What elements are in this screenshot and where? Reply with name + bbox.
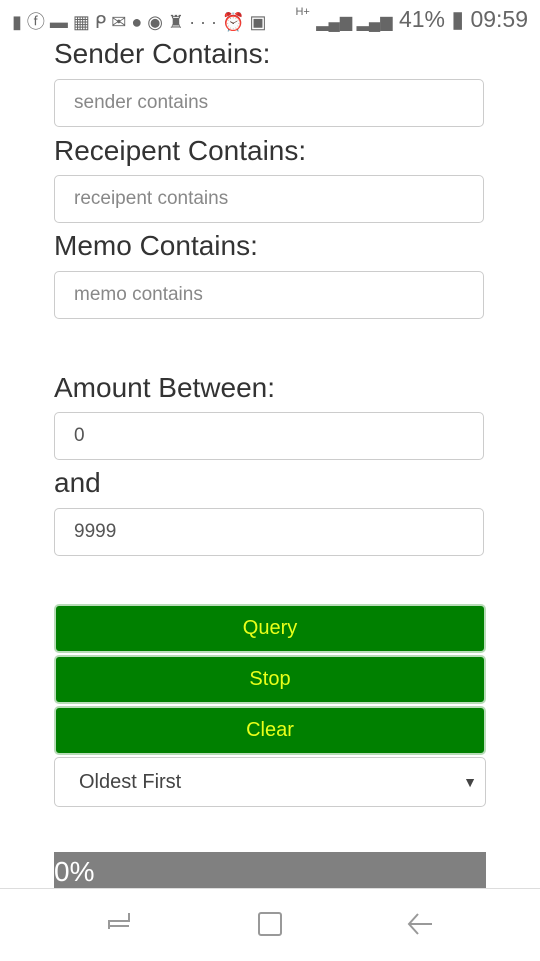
sort-order-select[interactable]: Oldest First ▼ xyxy=(54,757,486,807)
memo-input[interactable] xyxy=(54,271,484,319)
message-icon: ▬ xyxy=(49,12,73,32)
grid-icon: ▦ xyxy=(72,12,95,32)
gmail-icon: ✉ xyxy=(111,12,132,32)
status-bar: ▮ⓕ▬▦ᑭ✉●◉♜···⏰▣ H+ ▂▄▆ ▂▄▆ 41% ▮ 09:59 xyxy=(0,0,540,38)
and-label: and xyxy=(54,467,101,498)
recipient-input[interactable] xyxy=(54,175,484,223)
memo-label: Memo Contains: xyxy=(54,230,258,261)
network-type: H+ xyxy=(295,6,310,18)
p-icon: ᑭ xyxy=(94,12,112,32)
battery-icon: ▮ xyxy=(451,6,465,32)
status-right: H+ ▂▄▆ ▂▄▆ 41% ▮ 09:59 xyxy=(295,6,528,33)
recipient-label: Receipent Contains: xyxy=(54,135,307,166)
progress-label: 0% xyxy=(54,856,95,887)
sim-icon: ▣ xyxy=(249,12,272,32)
clear-button[interactable]: Clear xyxy=(54,706,486,755)
notification-icons: ▮ⓕ▬▦ᑭ✉●◉♜···⏰▣ xyxy=(12,8,271,34)
dropdown-arrow-icon: ▼ xyxy=(463,774,477,790)
amount-label: Amount Between: xyxy=(54,372,276,403)
circle-icon: ● xyxy=(131,12,148,32)
signal-icon: ▂▄▆ ▂▄▆ xyxy=(316,14,393,31)
facebook-icon: ⓕ xyxy=(26,12,50,32)
query-button[interactable]: Query xyxy=(54,604,486,653)
home-icon[interactable] xyxy=(255,909,285,939)
clock: 09:59 xyxy=(470,6,528,32)
sender-input[interactable] xyxy=(54,79,484,127)
navigation-bar xyxy=(0,888,540,961)
battery-percent: 41% xyxy=(398,6,445,32)
keyhole-icon: ♜ xyxy=(167,12,190,32)
alert-icon: ▮ xyxy=(12,12,27,32)
record-icon: ◉ xyxy=(147,12,168,32)
recent-apps-icon[interactable] xyxy=(104,909,134,939)
alarm-icon: ⏰ xyxy=(222,12,250,32)
back-icon[interactable] xyxy=(405,909,435,939)
progress-bar: 0% xyxy=(54,852,486,888)
amount-max-input[interactable] xyxy=(54,508,484,556)
amount-min-input[interactable] xyxy=(54,412,484,460)
sender-label: Sender Contains: xyxy=(54,38,271,69)
more-icon: ··· xyxy=(189,12,223,32)
sort-order-value: Oldest First xyxy=(79,771,182,793)
stop-button[interactable]: Stop xyxy=(54,655,486,704)
